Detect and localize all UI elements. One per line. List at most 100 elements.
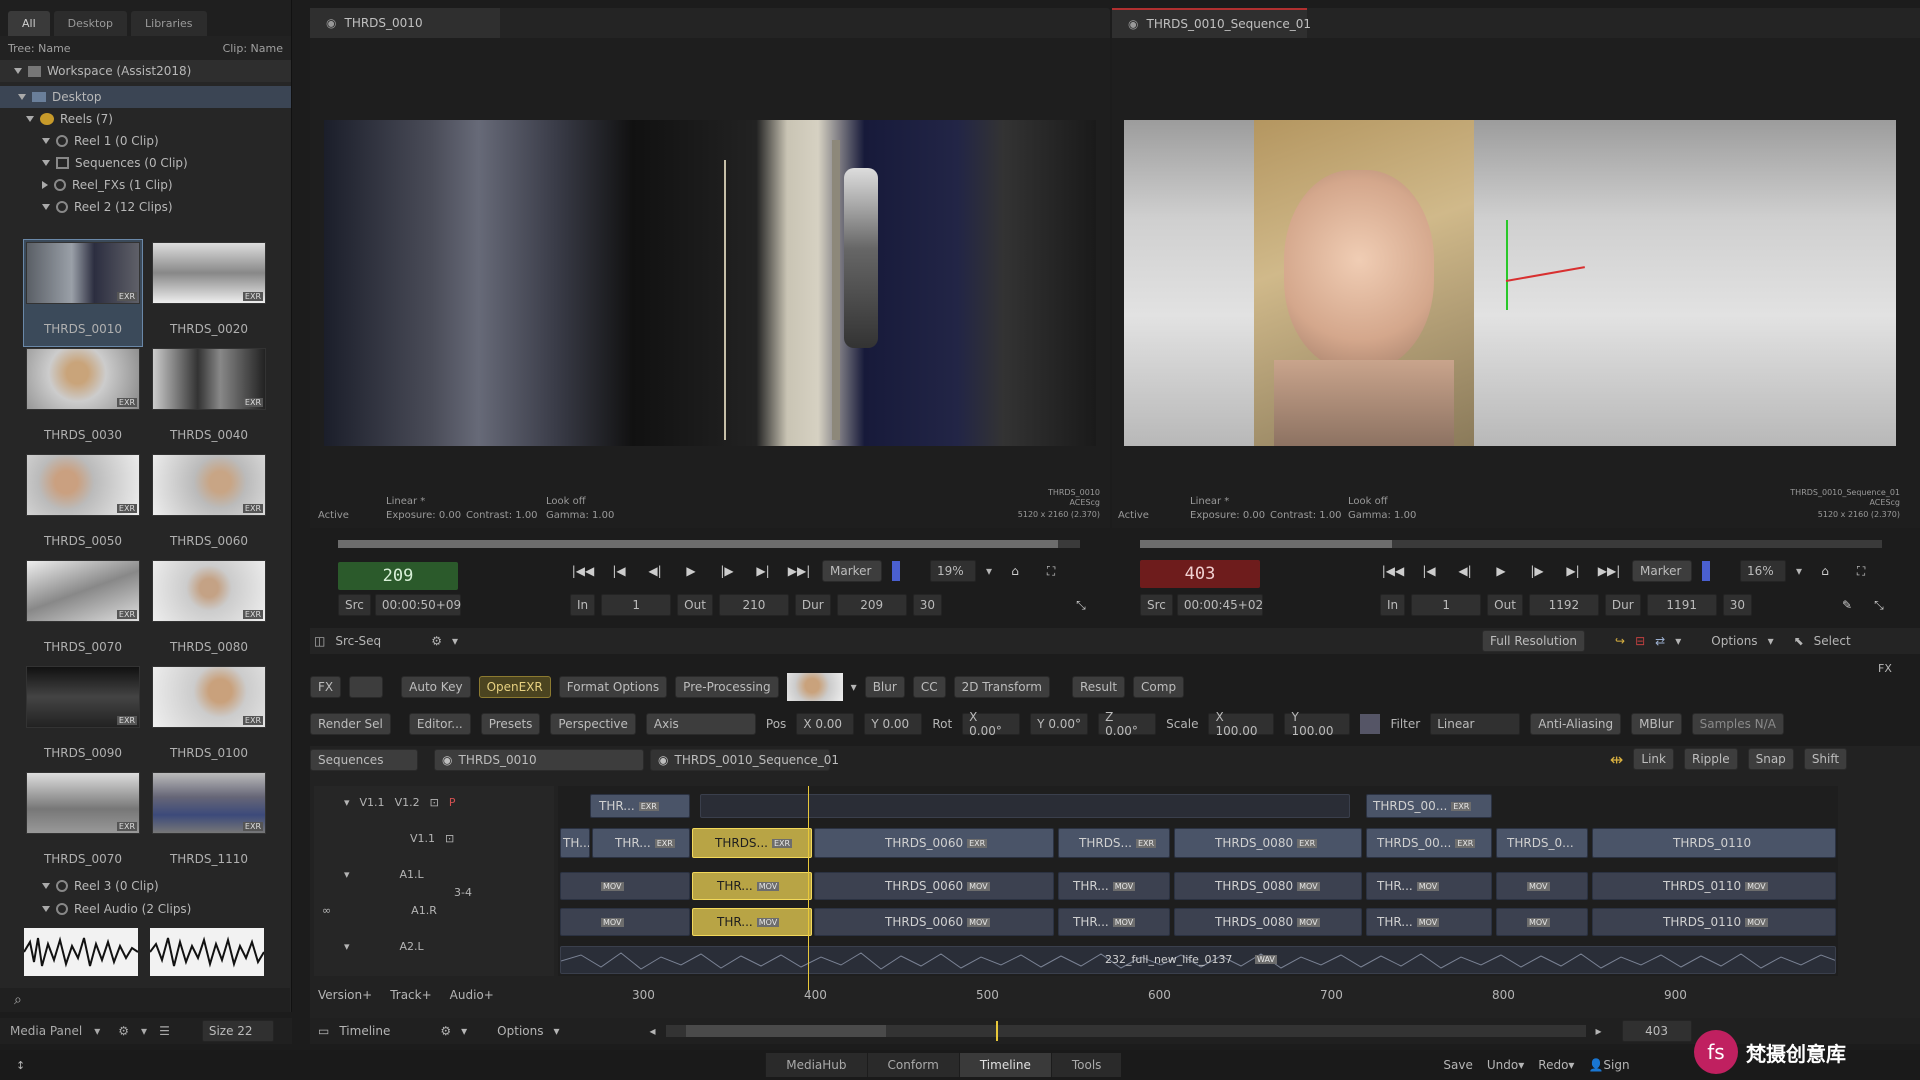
sequences-label[interactable]: Sequences	[310, 749, 418, 771]
step-forward-icon[interactable]: |▶	[714, 560, 740, 582]
clip-thumbnail[interactable]: EXR THRDS_0030	[24, 346, 142, 452]
position-field[interactable]: 403	[1621, 1020, 1692, 1042]
sequence-tab[interactable]: ◉ THRDS_0010	[434, 749, 644, 771]
swap-icon[interactable]: ⇄	[1655, 634, 1665, 648]
track-header-a2l[interactable]: ▾ A2.L	[344, 940, 424, 953]
audio-clip-block[interactable]: THRDS_0080 MOV	[1174, 908, 1362, 936]
expand-icon[interactable]	[42, 906, 50, 912]
fit-icon[interactable]: ⛶	[1848, 560, 1874, 582]
src-timecode[interactable]: 00:00:45+02	[1176, 594, 1263, 616]
select-tool[interactable]: Select	[1814, 634, 1851, 648]
clip-sort-label[interactable]: Clip: Name	[223, 42, 283, 55]
mblur-toggle[interactable]: MBlur	[1631, 713, 1682, 735]
expand-icon[interactable]	[42, 138, 50, 144]
chevron-down-icon[interactable]: ▾	[344, 940, 350, 953]
search-icon[interactable]: ⌕	[14, 992, 22, 1008]
audio-clip-block[interactable]: MOV	[560, 908, 690, 936]
scale-y-field[interactable]: Y 100.00	[1284, 710, 1351, 738]
timeline-ruler[interactable]: 300 400 500 600 700 800 900	[558, 988, 1838, 1006]
fit-icon[interactable]: ⛶	[1038, 560, 1064, 582]
tree-sort-label[interactable]: Tree: Name	[8, 42, 71, 55]
audio-clip-block[interactable]: THRDS_0080 MOV	[1174, 872, 1362, 900]
expand-icon[interactable]: ⤡	[1068, 594, 1094, 616]
chevron-down-icon[interactable]: ▾	[1796, 564, 1802, 578]
cc-node[interactable]: CC	[912, 676, 946, 698]
auto-key-button[interactable]: Auto Key	[401, 676, 471, 698]
chevron-down-icon[interactable]: ▾	[461, 1024, 467, 1038]
comp-button[interactable]: Comp	[1133, 676, 1185, 698]
tree-reel1[interactable]: Reel 1 (0 Clip)	[0, 130, 291, 152]
trim-icon[interactable]: ⇹	[1610, 750, 1623, 769]
render-sel-dropdown[interactable]: Render Sel	[310, 713, 391, 735]
dur-field[interactable]: 209	[836, 594, 907, 616]
tab-tools[interactable]: Tools	[1050, 1053, 1122, 1077]
audio-clip-selected[interactable]: THR... MOV	[692, 908, 812, 936]
tree-reel-audio[interactable]: Reel Audio (2 Clips)	[0, 898, 290, 920]
redo-button[interactable]: Redo	[1538, 1058, 1568, 1072]
audio-clip-block[interactable]: THRDS_0060 MOV	[814, 908, 1054, 936]
expand-icon[interactable]	[42, 883, 50, 889]
chevron-down-icon[interactable]: ▾	[553, 1024, 559, 1038]
timeline-scrollbar[interactable]	[665, 1021, 1586, 1041]
clip-block[interactable]: THR... EXR	[590, 794, 690, 818]
audio-waveform-thumb[interactable]	[149, 928, 265, 976]
expand-icon[interactable]	[42, 181, 48, 189]
playhead[interactable]	[808, 786, 809, 990]
axis-dropdown[interactable]: Axis	[645, 713, 756, 735]
options-menu[interactable]: Options	[497, 1024, 543, 1038]
marker-button[interactable]: Marker	[822, 560, 882, 582]
chevron-down-icon[interactable]: ▾	[851, 680, 857, 694]
clip-thumbnail[interactable]: EXR THRDS_0070	[24, 558, 142, 664]
fx-toggle[interactable]: FX	[1878, 662, 1892, 675]
viewer-left-scrubbar[interactable]	[338, 540, 1080, 548]
src-seq-toggle[interactable]: Src-Seq	[335, 634, 381, 648]
tab-timeline[interactable]: Timeline	[958, 1053, 1051, 1077]
tab-desktop[interactable]: Desktop	[53, 11, 128, 36]
filter-dropdown[interactable]: Linear	[1430, 713, 1521, 735]
clip-block-selected[interactable]: THRDS... EXR	[692, 828, 812, 858]
audio-clip-block[interactable]: MOV	[560, 872, 690, 900]
marker-button[interactable]: Marker	[1632, 560, 1692, 582]
format-options-node[interactable]: Format Options	[558, 676, 668, 698]
list-view-icon[interactable]: ☰	[159, 1024, 170, 1038]
clip-block[interactable]: THRDS_0080 EXR	[1174, 828, 1362, 858]
timeline-menu[interactable]: Timeline	[339, 1024, 390, 1038]
link-icon[interactable]: ∞	[322, 904, 331, 917]
chevron-down-icon[interactable]: ▾	[1518, 1058, 1524, 1072]
clip-block[interactable]: THRDS_00... EXR	[1366, 794, 1492, 818]
next-mark-icon[interactable]: ▶|	[750, 560, 776, 582]
gear-icon[interactable]: ⚙	[440, 1024, 451, 1038]
pos-x-field[interactable]: X 0.00	[796, 713, 855, 735]
chevron-down-icon[interactable]: ▾	[1768, 634, 1774, 648]
chevron-down-icon[interactable]: ▾	[94, 1024, 100, 1038]
clip-thumbnail[interactable]: EXR THRDS_0010	[23, 239, 143, 347]
pen-icon[interactable]: ✎	[1834, 594, 1860, 616]
clip-thumbnail[interactable]: EXR THRDS_0020	[150, 240, 268, 346]
arrow-icon[interactable]: ↪	[1615, 634, 1625, 648]
prev-mark-icon[interactable]: |◀	[606, 560, 632, 582]
chevron-down-icon[interactable]: ▾	[986, 564, 992, 578]
expand-icon[interactable]	[18, 94, 26, 100]
clip-thumbnail[interactable]: EXR THRDS_0100	[150, 664, 268, 770]
expand-icon[interactable]	[42, 204, 50, 210]
primary-track-indicator[interactable]: P	[449, 796, 456, 809]
sequence-tab[interactable]: ◉ THRDS_0010_Sequence_01	[650, 749, 839, 771]
audio-clip-block[interactable]: THR... MOV	[1058, 872, 1170, 900]
pos-y-field[interactable]: Y 0.00	[864, 713, 923, 735]
tree-desktop[interactable]: Desktop	[0, 86, 291, 108]
chevron-down-icon[interactable]: ▾	[344, 796, 350, 809]
size-field[interactable]: Size 22	[201, 1020, 274, 1042]
rot-z-field[interactable]: Z 0.00°	[1098, 710, 1157, 738]
viewer-right-image[interactable]	[1124, 120, 1896, 446]
gear-icon[interactable]: ⚙	[118, 1024, 129, 1038]
add-track-button[interactable]: Track+	[390, 988, 431, 1002]
transform-node[interactable]: 2D Transform	[953, 676, 1050, 698]
add-version-button[interactable]: Version+	[318, 988, 372, 1002]
chevron-down-icon[interactable]: ▾	[141, 1024, 147, 1038]
track-header-a1l[interactable]: ▾ A1.L	[344, 868, 424, 881]
clip-thumbnail[interactable]: EXR THRDS_1110	[150, 770, 268, 876]
fps-field[interactable]: 30	[1722, 594, 1752, 616]
audio-clip-selected[interactable]: THR... MOV	[692, 872, 812, 900]
presets-dropdown[interactable]: Presets	[480, 713, 541, 735]
viewer-left-image[interactable]	[324, 120, 1096, 446]
